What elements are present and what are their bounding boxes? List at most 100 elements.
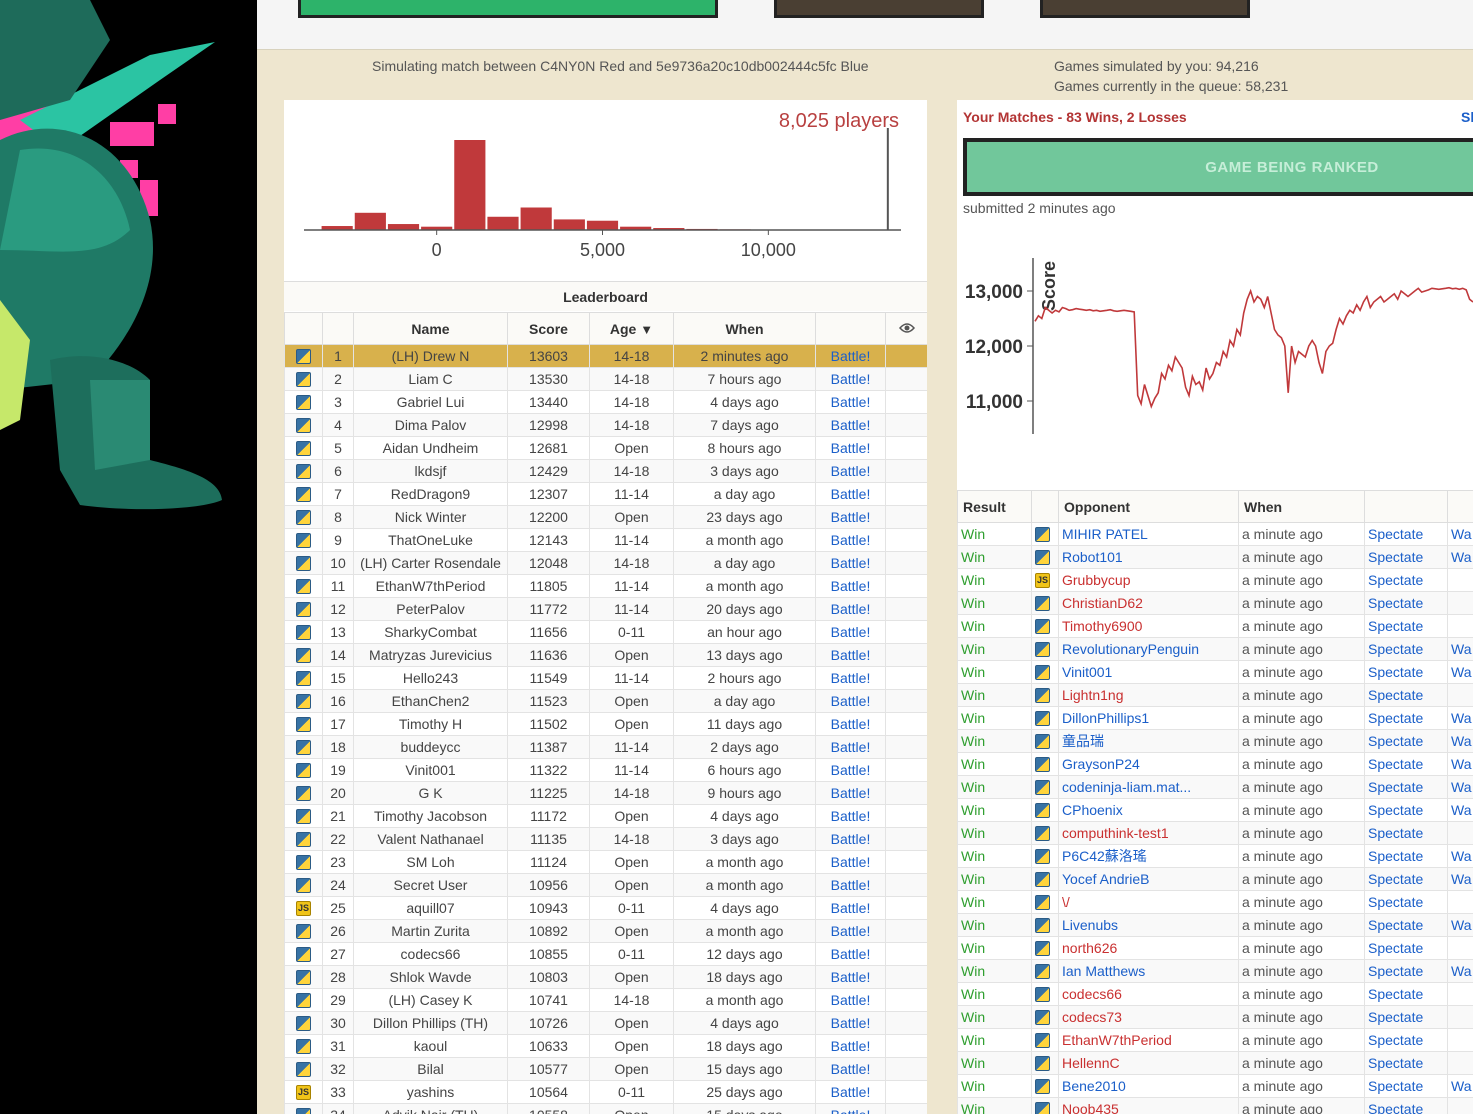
opponent-link[interactable]: Grubbycup bbox=[1058, 568, 1239, 592]
match-row[interactable]: Win Vinit001 a minute ago Spectate Wa bbox=[957, 660, 1473, 684]
opponent-link[interactable]: GraysonP24 bbox=[1058, 752, 1239, 776]
match-row[interactable]: Win Lightn1ng a minute ago Spectate bbox=[957, 683, 1473, 707]
match-row[interactable]: Win GraysonP24 a minute ago Spectate Wa bbox=[957, 752, 1473, 776]
watch-link[interactable]: Wa bbox=[1447, 959, 1473, 983]
match-row[interactable]: Win Yocef AndrieB a minute ago Spectate Wa bbox=[957, 867, 1473, 891]
match-row[interactable]: Win computhink-test1 a minute ago Spectate bbox=[957, 821, 1473, 845]
battle-link[interactable]: Battle! bbox=[815, 965, 886, 989]
match-row[interactable]: Win P6C42蘇洛瑤 a minute ago Spectate Wa bbox=[957, 844, 1473, 868]
watch-link[interactable]: Wa bbox=[1447, 844, 1473, 868]
leaderboard-row[interactable]: 4 Dima Palov 12998 14-18 7 days ago Battle! bbox=[284, 413, 927, 437]
opponent-link[interactable]: Timothy6900 bbox=[1058, 614, 1239, 638]
leaderboard-row[interactable]: 15 Hello243 11549 11-14 2 hours ago Battle! bbox=[284, 666, 927, 690]
match-row[interactable]: Win Ian Matthews a minute ago Spectate Wa bbox=[957, 959, 1473, 983]
battle-link[interactable]: Battle! bbox=[815, 620, 886, 644]
spectate-link[interactable]: Spectate bbox=[1364, 867, 1448, 891]
opponent-link[interactable]: P6C42蘇洛瑤 bbox=[1058, 844, 1239, 868]
battle-link[interactable]: Battle! bbox=[815, 804, 886, 828]
leaderboard-row[interactable]: 5 Aidan Undheim 12681 Open 8 hours ago Battle… bbox=[284, 436, 927, 460]
battle-link[interactable]: Battle! bbox=[815, 942, 886, 966]
opponent-link[interactable]: MIHIR PATEL bbox=[1058, 522, 1239, 546]
spectate-link[interactable]: Spectate bbox=[1364, 729, 1448, 753]
watch-link[interactable]: Wa bbox=[1447, 545, 1473, 569]
leaderboard-row[interactable]: 24 Secret User 10956 Open a month ago Battle! bbox=[284, 873, 927, 897]
battle-link[interactable]: Battle! bbox=[815, 1080, 886, 1104]
battle-link[interactable]: Battle! bbox=[815, 344, 886, 368]
when-header[interactable]: When bbox=[673, 312, 816, 345]
battle-link[interactable]: Battle! bbox=[815, 413, 886, 437]
leaderboard-row[interactable]: 8 Nick Winter 12200 Open 23 days ago Battle! bbox=[284, 505, 927, 529]
watch-link[interactable]: Wa bbox=[1447, 1074, 1473, 1098]
opponent-link[interactable]: ChristianD62 bbox=[1058, 591, 1239, 615]
spectate-link[interactable]: Spectate bbox=[1364, 890, 1448, 914]
watch-link[interactable]: Wa bbox=[1447, 706, 1473, 730]
match-row[interactable]: Win Timothy6900 a minute ago Spectate bbox=[957, 614, 1473, 638]
leaderboard-row[interactable]: 7 RedDragon9 12307 11-14 a day ago Battle! bbox=[284, 482, 927, 506]
battle-link[interactable]: Battle! bbox=[815, 666, 886, 690]
opponent-link[interactable]: Vinit001 bbox=[1058, 660, 1239, 684]
battle-link[interactable]: Battle! bbox=[815, 597, 886, 621]
leaderboard-row[interactable]: 17 Timothy H 11502 Open 11 days ago Battle! bbox=[284, 712, 927, 736]
spectate-link[interactable]: Spectate bbox=[1364, 959, 1448, 983]
battle-link[interactable]: Battle! bbox=[815, 482, 886, 506]
battle-link[interactable]: Battle! bbox=[815, 643, 886, 667]
leaderboard-row[interactable]: 2 Liam C 13530 14-18 7 hours ago Battle! bbox=[284, 367, 927, 391]
leaderboard-row[interactable]: 10 (LH) Carter Rosendale 12048 14-18 a day a… bbox=[284, 551, 927, 575]
spectate-link[interactable]: Spectate bbox=[1364, 568, 1448, 592]
match-row[interactable]: Win Noob435 a minute ago Spectate bbox=[957, 1097, 1473, 1114]
spectate-link[interactable]: Spectate bbox=[1364, 545, 1448, 569]
battle-link[interactable]: Battle! bbox=[815, 551, 886, 575]
match-row[interactable]: Win JS Grubbycup a minute ago Spectate bbox=[957, 568, 1473, 592]
score-header[interactable]: Score bbox=[507, 312, 590, 345]
battle-link[interactable]: Battle! bbox=[815, 896, 886, 920]
opponent-link[interactable]: Ian Matthews bbox=[1058, 959, 1239, 983]
battle-link[interactable]: Battle! bbox=[815, 367, 886, 391]
battle-link[interactable]: Battle! bbox=[815, 1034, 886, 1058]
spectate-link[interactable]: Spectate bbox=[1364, 591, 1448, 615]
opponent-link[interactable]: Noob435 bbox=[1058, 1097, 1239, 1114]
spectate-link[interactable]: Spectate bbox=[1364, 1005, 1448, 1029]
spectate-link[interactable]: Spectate bbox=[1364, 936, 1448, 960]
battle-link[interactable]: Battle! bbox=[815, 1057, 886, 1081]
opponent-link[interactable]: Yocef AndrieB bbox=[1058, 867, 1239, 891]
tertiary-button[interactable] bbox=[1040, 0, 1250, 18]
spectate-link[interactable]: Spectate bbox=[1364, 522, 1448, 546]
match-row[interactable]: Win codecs73 a minute ago Spectate bbox=[957, 1005, 1473, 1029]
opponent-link[interactable]: north626 bbox=[1058, 936, 1239, 960]
spectate-link[interactable]: Spectate bbox=[1364, 844, 1448, 868]
match-row[interactable]: Win ChristianD62 a minute ago Spectate bbox=[957, 591, 1473, 615]
leaderboard-row[interactable]: 21 Timothy Jacobson 11172 Open 4 days ago Bat… bbox=[284, 804, 927, 828]
match-row[interactable]: Win 童品瑞 a minute ago Spectate Wa bbox=[957, 729, 1473, 753]
battle-link[interactable]: Battle! bbox=[815, 505, 886, 529]
opponent-link[interactable]: codecs66 bbox=[1058, 982, 1239, 1006]
leaderboard-row[interactable]: 18 buddeycc 11387 11-14 2 days ago Battle! bbox=[284, 735, 927, 759]
spectate-link[interactable]: Spectate bbox=[1364, 1028, 1448, 1052]
leaderboard-row[interactable]: 14 Matryzas Jurevicius 11636 Open 13 days ag… bbox=[284, 643, 927, 667]
leaderboard-row[interactable]: 22 Valent Nathanael 11135 14-18 3 days ago Ba… bbox=[284, 827, 927, 851]
leaderboard-row[interactable]: 3 Gabriel Lui 13440 14-18 4 days ago Battle! bbox=[284, 390, 927, 414]
leaderboard-row[interactable]: 6 lkdsjf 12429 14-18 3 days ago Battle! bbox=[284, 459, 927, 483]
match-row[interactable]: Win HellennC a minute ago Spectate bbox=[957, 1051, 1473, 1075]
leaderboard-row[interactable]: 16 EthanChen2 11523 Open a day ago Battle! bbox=[284, 689, 927, 713]
leaderboard-row[interactable]: 32 Bilal 10577 Open 15 days ago Battle! bbox=[284, 1057, 927, 1081]
opponent-link[interactable]: Livenubs bbox=[1058, 913, 1239, 937]
leaderboard-row[interactable]: JS 25 aquill07 10943 0-11 4 days ago Battle! bbox=[284, 896, 927, 920]
match-row[interactable]: Win MIHIR PATEL a minute ago Spectate Wa bbox=[957, 522, 1473, 546]
leaderboard-row[interactable]: 12 PeterPalov 11772 11-14 20 days ago Battle! bbox=[284, 597, 927, 621]
match-row[interactable]: Win EthanW7thPeriod a minute ago Spectate bbox=[957, 1028, 1473, 1052]
opponent-link[interactable]: codeninja-liam.mat... bbox=[1058, 775, 1239, 799]
match-row[interactable]: Win Robot101 a minute ago Spectate Wa bbox=[957, 545, 1473, 569]
battle-link[interactable]: Battle! bbox=[815, 459, 886, 483]
opponent-link[interactable]: computhink-test1 bbox=[1058, 821, 1239, 845]
watch-link[interactable]: Wa bbox=[1447, 913, 1473, 937]
spectate-link[interactable]: Spectate bbox=[1364, 1097, 1448, 1114]
battle-link[interactable]: Battle! bbox=[815, 712, 886, 736]
battle-link[interactable]: Battle! bbox=[815, 988, 886, 1012]
leaderboard-row[interactable]: 23 SM Loh 11124 Open a month ago Battle! bbox=[284, 850, 927, 874]
show-link[interactable]: Sh bbox=[1461, 109, 1473, 125]
opponent-link[interactable]: CPhoenix bbox=[1058, 798, 1239, 822]
opponent-link[interactable]: 童品瑞 bbox=[1058, 729, 1239, 753]
battle-link[interactable]: Battle! bbox=[815, 1011, 886, 1035]
filter-icon[interactable]: ▼ bbox=[640, 322, 653, 337]
opponent-link[interactable]: DillonPhillips1 bbox=[1058, 706, 1239, 730]
